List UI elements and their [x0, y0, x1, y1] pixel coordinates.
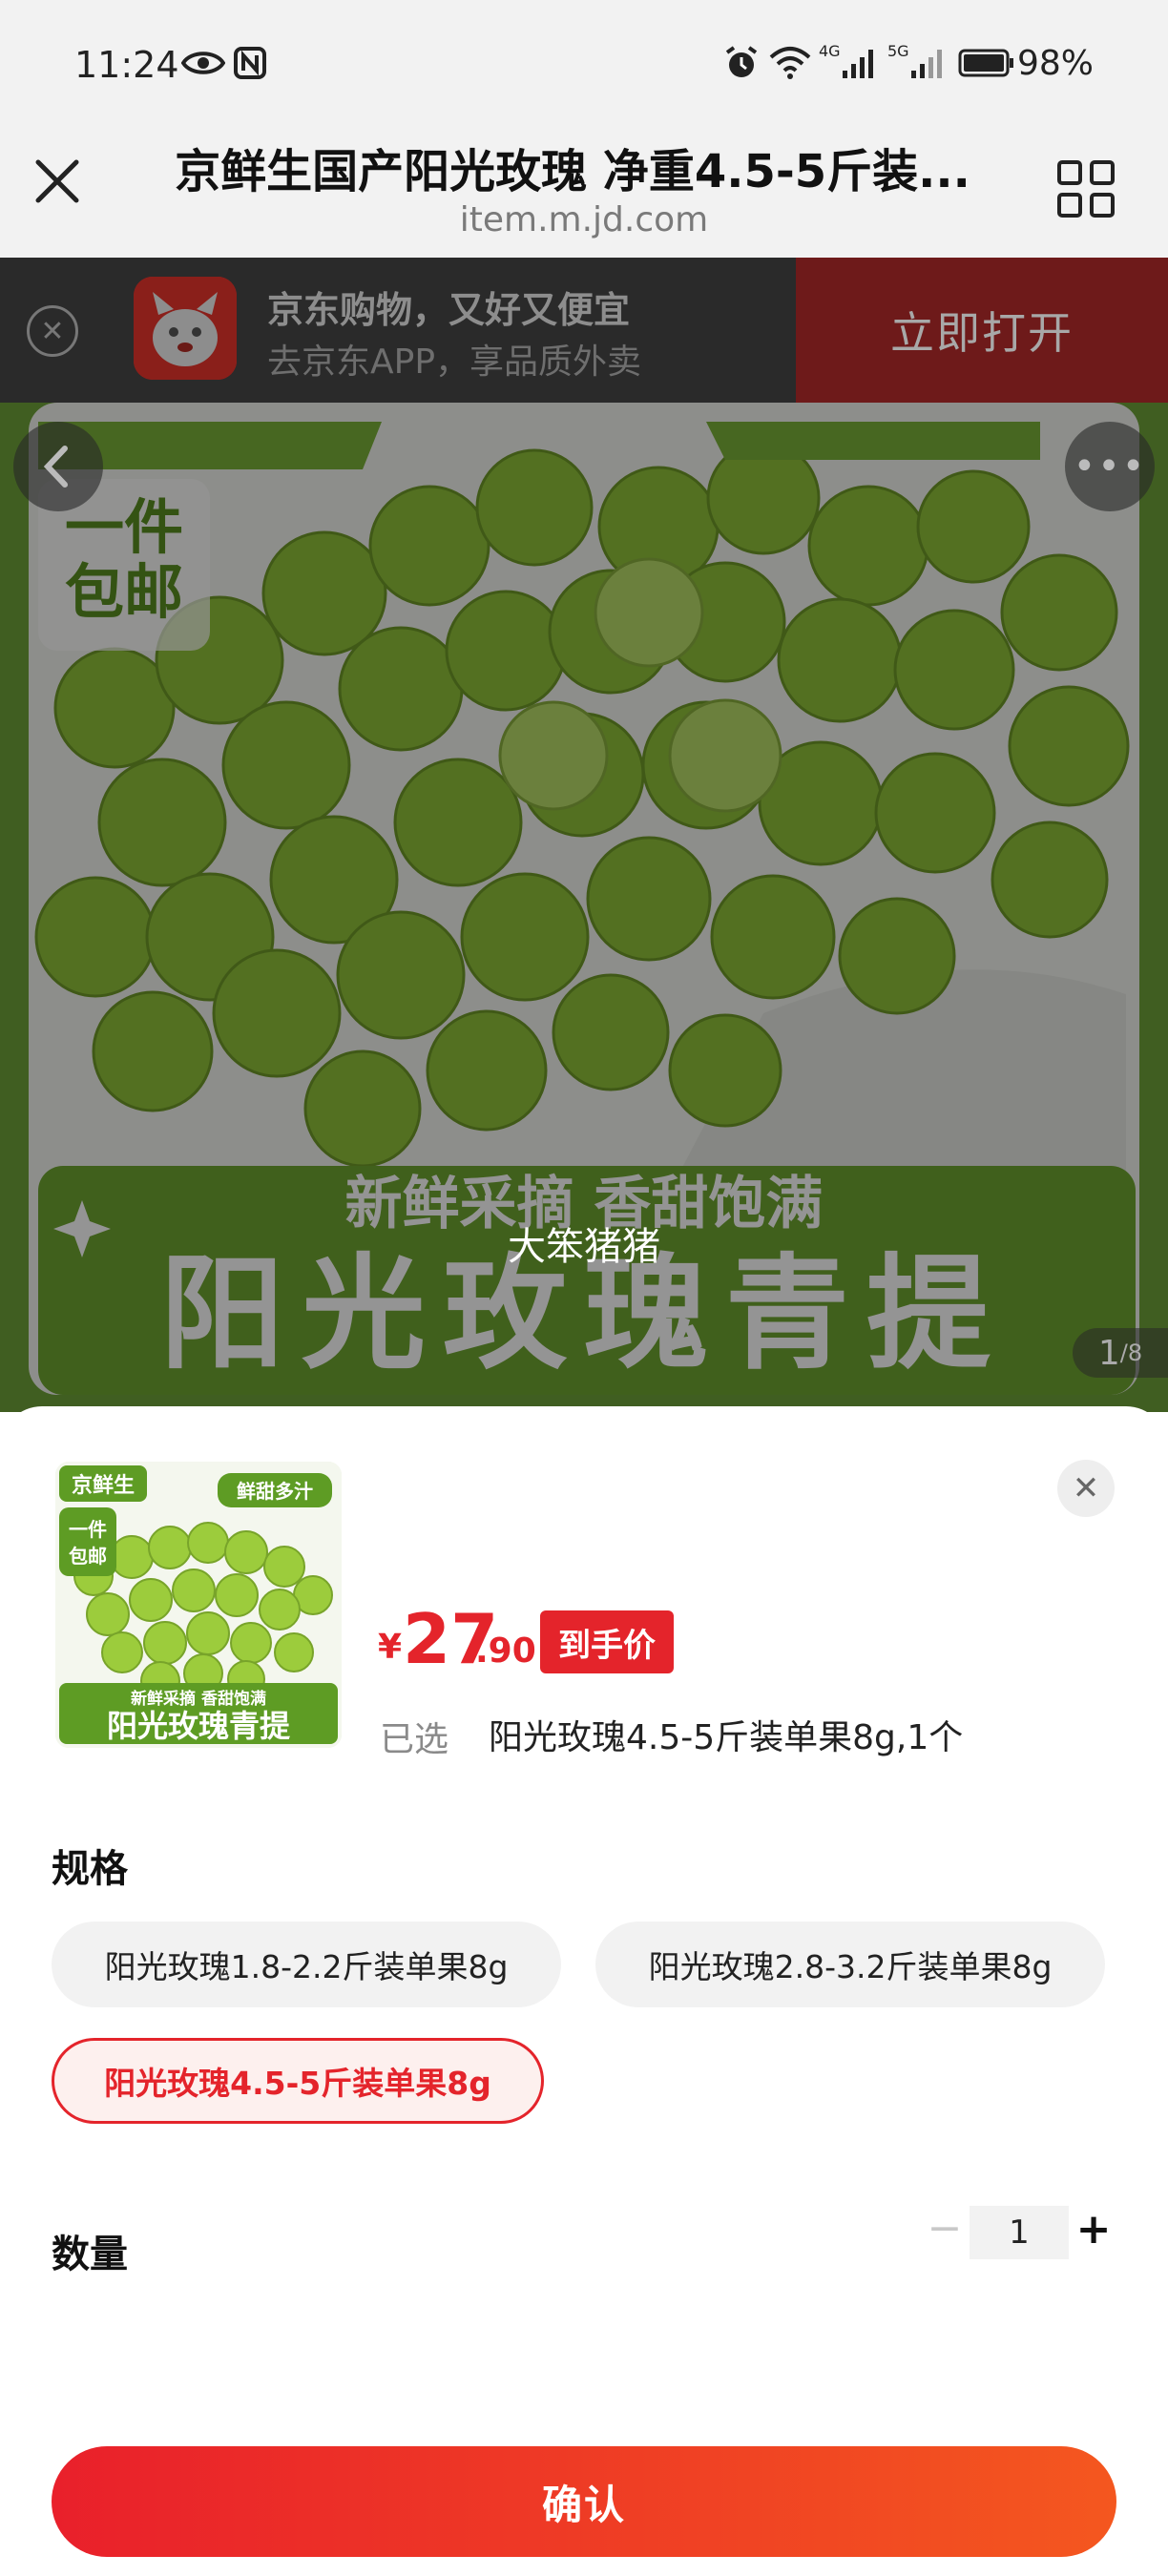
chevron-left-icon [43, 446, 68, 488]
grid-icon [1057, 160, 1115, 218]
image-counter-current: 1 [1097, 1333, 1120, 1373]
wifi-icon [769, 42, 811, 84]
grid-menu-button[interactable] [1055, 158, 1116, 219]
price-currency: ¥ [378, 1628, 403, 1667]
eye-icon [181, 42, 225, 84]
spec-option-selected[interactable]: 阳光玫瑰4.5-5斤装单果8g [52, 2038, 544, 2124]
confirm-button[interactable]: 确认 [52, 2446, 1116, 2557]
battery-icon [958, 42, 1015, 84]
quantity-heading: 数量 [52, 2233, 128, 2276]
thumb-badge: 鲜甜多汁 [237, 1480, 313, 1503]
battery-percent: 98% [1017, 44, 1095, 83]
quantity-value[interactable]: 1 [970, 2206, 1069, 2259]
close-icon [35, 159, 79, 203]
close-page-button[interactable] [27, 151, 88, 212]
page-title: 京鲜生国产阳光玫瑰 净重4.5-5斤装... [175, 145, 970, 198]
thumb-brand: 京鲜生 [72, 1473, 135, 1498]
spec-heading: 规格 [52, 1847, 128, 1891]
more-button[interactable]: ••• [1065, 422, 1155, 511]
alarm-icon [723, 42, 760, 84]
watermark-text: 大笨猪猪 [508, 1225, 660, 1269]
signal-4g-label: 4G [819, 42, 841, 60]
image-counter: 1/8 [1073, 1328, 1168, 1378]
nfc-icon [233, 42, 267, 84]
spec-option[interactable]: 阳光玫瑰1.8-2.2斤装单果8g [52, 1922, 561, 2007]
final-price-badge: 到手价 [540, 1610, 674, 1673]
price-decimal: .90 [475, 1631, 536, 1671]
thumb-name: 阳光玫瑰青提 [107, 1708, 291, 1744]
jd-app-logo [134, 277, 237, 380]
quantity-increase-button[interactable]: + [1074, 2202, 1113, 2255]
thumb-line2: 包邮 [69, 1545, 107, 1568]
signal-5g-icon: 5G [887, 42, 948, 84]
image-counter-total: /8 [1119, 1340, 1143, 1366]
selected-label: 已选 [380, 1720, 449, 1759]
signal-4g-icon: 4G [819, 42, 879, 84]
thumbnail-image: 京鲜生 鲜甜多汁 一件 包邮 新鲜采摘 香甜饱满 阳光玫瑰青提 [55, 1462, 342, 1748]
sheet-close-button[interactable]: ✕ [1057, 1460, 1115, 1517]
spec-option[interactable]: 阳光玫瑰2.8-3.2斤装单果8g [595, 1922, 1105, 2007]
close-icon: ✕ [1072, 1469, 1100, 1507]
selected-value: 阳光玫瑰4.5-5斤装单果8g,1个 [489, 1718, 964, 1757]
status-time: 11:24 [74, 44, 179, 86]
quantity-decrease-button[interactable]: − [928, 2204, 963, 2253]
banner-subtitle: 去京东APP，享品质外卖 [267, 343, 642, 382]
page-url: item.m.jd.com [459, 200, 709, 239]
signal-5g-label: 5G [887, 42, 909, 60]
close-icon: ✕ [40, 314, 65, 348]
banner-close-button[interactable]: ✕ [27, 305, 78, 357]
banner-title: 京东购物，又好又便宜 [267, 289, 631, 331]
open-app-button[interactable]: 立即打开 [796, 258, 1168, 403]
more-icon: ••• [1073, 445, 1147, 488]
thumb-line1: 一件 [69, 1518, 107, 1541]
back-button[interactable] [13, 422, 103, 511]
thumb-tagline: 新鲜采摘 香甜饱满 [131, 1689, 266, 1709]
product-thumbnail[interactable]: 京鲜生 鲜甜多汁 一件 包邮 新鲜采摘 香甜饱满 阳光玫瑰青提 [55, 1462, 342, 1748]
